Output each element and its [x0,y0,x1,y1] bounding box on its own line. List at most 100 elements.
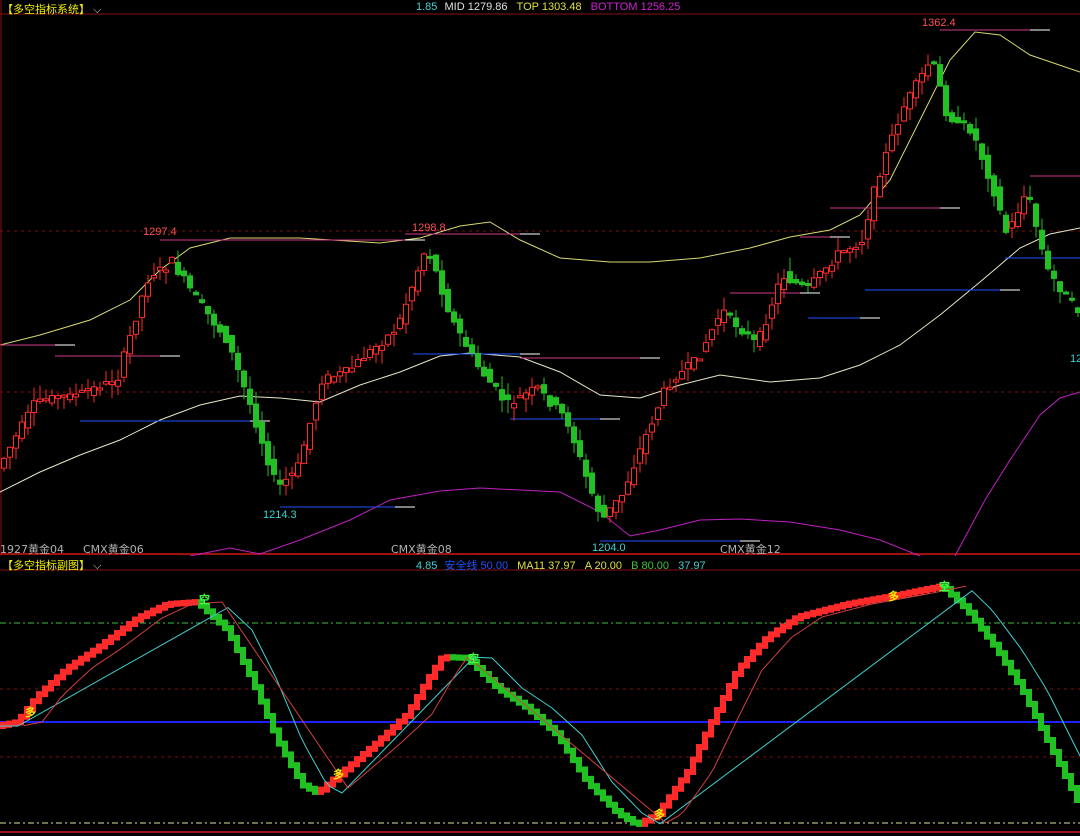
price-label-high3: 1362.4 [922,17,956,29]
oscillator-bar [120,625,126,636]
oscillator-bar [126,621,132,632]
oscillator-bar [678,777,684,792]
chevron-down-icon[interactable]: ⌵ [93,560,101,572]
safe-value: 50.00 [480,560,509,572]
ma-label: MA11 [517,560,546,572]
oscillator-bar [588,775,594,790]
long-signal: 多 [25,706,36,719]
oscillator-bar [1074,785,1080,803]
oscillator-bar [570,747,576,764]
oscillator-bar [288,751,294,769]
oscillator-bar [810,609,816,618]
oscillator-bar [114,630,120,641]
oscillator-bar [354,756,360,768]
oscillator-bar [852,599,858,607]
contract-label: 1927黄金04 [0,543,64,556]
oscillator-bar [618,807,624,819]
oscillator-bar [360,751,366,763]
oscillator-bar [420,683,426,700]
main-readout: 1.85 MID 1279.86 TOP 1303.48 BOTTOM 1256… [416,1,680,13]
oscillator-bar [816,608,822,616]
oscillator-bar [216,613,222,626]
sub-readout-partial: 4.85 [416,560,438,572]
oscillator-bar [792,615,798,626]
oscillator-bar [930,584,936,592]
short-signal: 空 [939,580,950,593]
b-label: B [631,560,639,572]
oscillator-bar [348,761,354,773]
main-panel-title[interactable]: 【多空指标系统】 ⌵ [2,1,101,17]
oscillator-bar [444,654,450,662]
oscillator-bar [210,608,216,620]
oscillator-bar [726,683,732,701]
oscillator-bar [696,744,702,763]
oscillator-bar [60,668,66,681]
oscillator-bar [642,817,648,827]
oscillator-bar [318,786,324,795]
oscillator-bar [564,738,570,754]
oscillator-bar [192,599,198,606]
oscillator-bar [6,720,12,728]
oscillator-bar [156,604,162,614]
oscillator-bar [690,756,696,775]
oscillator-bar [300,773,306,789]
oscillator-bar [174,600,180,607]
top-value: 1303.48 [541,1,582,13]
oscillator-bar [456,654,462,661]
oscillator-bar [738,662,744,677]
sub-panel-title[interactable]: 【多空指标副图】 ⌵ [2,557,101,573]
ma-value: 37.97 [548,560,576,572]
price-label-right: 12 [1070,353,1080,365]
oscillator-bar [1026,689,1032,707]
ma-line-falling [0,590,1080,825]
oscillator-bar [996,641,1002,657]
oscillator-bar [312,785,318,795]
oscillator-bar [492,677,498,689]
oscillator-bar [378,735,384,747]
oscillator-bar [624,812,630,822]
oscillator-bar [1038,713,1044,731]
oscillator-bar [846,600,852,609]
main-panel-title-text: 【多空指标系统】 [2,4,90,16]
oscillator-bar [744,656,750,669]
oscillator-bar [1020,679,1026,695]
oscillator-bar [516,695,522,706]
oscillator-bar [426,673,432,690]
oscillator-bar [306,782,312,792]
long-signal: 多 [888,590,899,603]
oscillator-bar [408,704,414,719]
oscillator-bar [384,729,390,742]
chevron-down-icon[interactable]: ⌵ [93,4,101,16]
sub-readout: 4.85 安全线 50.00 MA11 37.97 A 20.00 B 80.0… [416,557,706,573]
oscillator-bar [258,684,264,705]
oscillator-bar [876,595,882,603]
top-label: TOP [516,1,539,13]
oscillator-bar [978,617,984,632]
oscillator-bar [108,634,114,645]
oscillator-bar [438,655,444,671]
oscillator-bar [246,659,252,677]
bottom-label: BOTTOM [590,1,638,13]
oscillator-bar [702,731,708,751]
oscillator-bar [906,589,912,597]
oscillator-bar [966,603,972,616]
oscillator-bar [828,605,834,613]
oscillator-bar [684,769,690,784]
oscillator-bar [924,586,930,594]
contract-label: CMX黄金08 [391,543,452,556]
indicator-chart[interactable] [0,0,1080,836]
oscillator-bar [432,664,438,680]
contract-label: CMX黄金12 [720,543,781,556]
oscillator-bar [282,740,288,758]
oscillator-bar [606,795,612,808]
oscillator-bar [768,631,774,643]
oscillator-bar [630,816,636,826]
oscillator-bar [72,659,78,670]
price-label-high1: 1297.4 [143,226,177,238]
oscillator-bar [78,655,84,666]
oscillator-bar [576,757,582,773]
oscillator-bar [714,707,720,726]
oscillator-bar [414,694,420,711]
oscillator-bar [786,619,792,630]
oscillator-bar [396,718,402,731]
